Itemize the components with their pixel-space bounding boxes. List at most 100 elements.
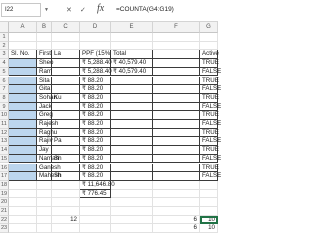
column-header-f[interactable]: F xyxy=(153,22,200,33)
row-header-17[interactable]: 17 xyxy=(0,172,9,181)
cell[interactable] xyxy=(37,189,52,199)
table-cell-first-name[interactable]: Mahesh xyxy=(37,172,61,181)
table-cell-active[interactable]: FALSE xyxy=(200,137,221,147)
table-cell-ppf[interactable]: ₹ 88.20 xyxy=(80,163,111,173)
cell[interactable] xyxy=(80,215,111,225)
table-cell-sl-no[interactable] xyxy=(9,111,37,120)
cell[interactable] xyxy=(52,189,80,199)
table-cell-sl-no[interactable] xyxy=(9,128,37,138)
row-header-15[interactable]: 15 xyxy=(0,154,9,164)
table-cell-ppf[interactable]: ₹ 88.20 xyxy=(80,85,111,94)
table-cell-total[interactable]: ₹ 40,579.40 xyxy=(111,67,153,77)
cell[interactable] xyxy=(9,189,37,199)
table-cell-last-name[interactable] xyxy=(52,67,80,77)
cell[interactable] xyxy=(153,180,200,190)
table-cell-active[interactable]: FALSE xyxy=(200,67,221,77)
table-cell-sl-no[interactable] xyxy=(9,93,37,103)
cell-ppf-summary[interactable]: ₹ 776.45 xyxy=(80,189,111,199)
cell[interactable] xyxy=(9,215,37,225)
table-cell-first-name[interactable]: Sohan xyxy=(37,93,57,103)
table-cell-first-name[interactable]: Greg xyxy=(37,111,53,120)
cell-count-h2[interactable]: 10 xyxy=(200,224,218,234)
cell[interactable] xyxy=(37,207,52,216)
cell-ppf-summary[interactable]: ₹ 11,646.80 xyxy=(80,180,115,190)
column-header-g[interactable]: G xyxy=(200,22,218,33)
table-cell-active[interactable]: FALSE xyxy=(200,120,221,129)
row-header-6[interactable]: 6 xyxy=(0,76,9,86)
table-cell-last-name[interactable] xyxy=(52,120,80,129)
table-cell-first-name[interactable]: Raghu xyxy=(37,128,57,138)
table-cell-blank[interactable] xyxy=(153,76,200,86)
table-cell-sl-no[interactable] xyxy=(9,137,37,147)
table-cell-last-name[interactable]: Sh xyxy=(52,154,80,164)
enter-icon[interactable]: ✓ xyxy=(80,6,86,14)
cell-count-g2[interactable]: 6 xyxy=(153,224,200,234)
table-cell-last-name[interactable] xyxy=(52,102,80,112)
table-cell-ppf[interactable]: ₹ 88.20 xyxy=(80,111,111,120)
cell[interactable] xyxy=(37,41,52,51)
table-cell-blank[interactable] xyxy=(153,172,200,181)
cell[interactable] xyxy=(52,207,80,216)
row-header-21[interactable]: 21 xyxy=(0,207,9,216)
cell[interactable] xyxy=(52,224,80,234)
table-cell-active[interactable]: FALSE xyxy=(200,154,221,164)
cell[interactable] xyxy=(153,33,200,42)
column-header-e[interactable]: E xyxy=(111,22,153,33)
cell[interactable] xyxy=(153,189,200,199)
table-cell-active[interactable]: TRUE xyxy=(200,59,219,68)
cell[interactable] xyxy=(37,180,52,190)
cell[interactable] xyxy=(9,224,37,234)
row-header-10[interactable]: 10 xyxy=(0,111,9,120)
table-cell-total[interactable] xyxy=(111,85,153,94)
cell[interactable] xyxy=(111,207,153,216)
row-header-19[interactable]: 19 xyxy=(0,189,9,199)
header-first-name[interactable]: First Name xyxy=(37,50,69,60)
table-cell-first-name[interactable]: Rajesh xyxy=(37,120,58,129)
cell[interactable] xyxy=(9,198,37,207)
cell[interactable] xyxy=(200,41,218,51)
cell[interactable] xyxy=(52,180,80,190)
table-cell-active[interactable]: FALSE xyxy=(200,85,221,94)
cell[interactable] xyxy=(111,198,153,207)
row-header-8[interactable]: 8 xyxy=(0,93,9,103)
table-cell-ppf[interactable]: ₹ 88.20 xyxy=(80,120,111,129)
table-cell-total[interactable] xyxy=(111,120,153,129)
row-header-2[interactable]: 2 xyxy=(0,41,9,51)
table-cell-first-name[interactable]: Jay xyxy=(37,146,52,155)
cell[interactable] xyxy=(200,207,218,216)
table-cell-blank[interactable] xyxy=(153,128,200,138)
table-cell-last-name[interactable]: Pa xyxy=(52,137,80,147)
cell[interactable] xyxy=(37,215,52,225)
table-cell-sl-no[interactable] xyxy=(9,163,37,173)
row-header-3[interactable]: 3 xyxy=(0,50,9,60)
table-cell-active[interactable]: FALSE xyxy=(200,102,221,112)
table-cell-last-name[interactable]: Sh xyxy=(52,172,80,181)
table-cell-total[interactable] xyxy=(111,102,153,112)
table-cell-active[interactable]: TRUE xyxy=(200,128,219,138)
cell[interactable] xyxy=(153,198,200,207)
table-cell-last-name[interactable]: Ku xyxy=(52,93,80,103)
table-cell-blank[interactable] xyxy=(153,146,200,155)
table-cell-ppf[interactable]: ₹ 88.20 xyxy=(80,154,111,164)
cell[interactable] xyxy=(9,41,37,51)
cell[interactable] xyxy=(9,33,37,42)
table-cell-active[interactable]: TRUE xyxy=(200,93,219,103)
row-header-7[interactable]: 7 xyxy=(0,85,9,94)
cell[interactable] xyxy=(9,207,37,216)
header-active[interactable]: Active xyxy=(200,50,219,60)
column-header-b[interactable]: B xyxy=(37,22,52,33)
table-cell-sl-no[interactable] xyxy=(9,76,37,86)
table-cell-total[interactable] xyxy=(111,76,153,86)
row-header-12[interactable]: 12 xyxy=(0,128,9,138)
header-blank[interactable] xyxy=(153,50,200,60)
table-cell-blank[interactable] xyxy=(153,93,200,103)
cell[interactable] xyxy=(37,224,52,234)
name-box-dropdown-icon[interactable]: ▼ xyxy=(44,7,49,13)
table-cell-sl-no[interactable] xyxy=(9,102,37,112)
table-cell-ppf[interactable]: ₹ 88.20 xyxy=(80,128,111,138)
table-cell-blank[interactable] xyxy=(153,120,200,129)
table-cell-blank[interactable] xyxy=(153,111,200,120)
cell[interactable] xyxy=(80,224,111,234)
cell[interactable] xyxy=(111,180,153,190)
cell-count-g[interactable]: 6 xyxy=(153,215,200,225)
